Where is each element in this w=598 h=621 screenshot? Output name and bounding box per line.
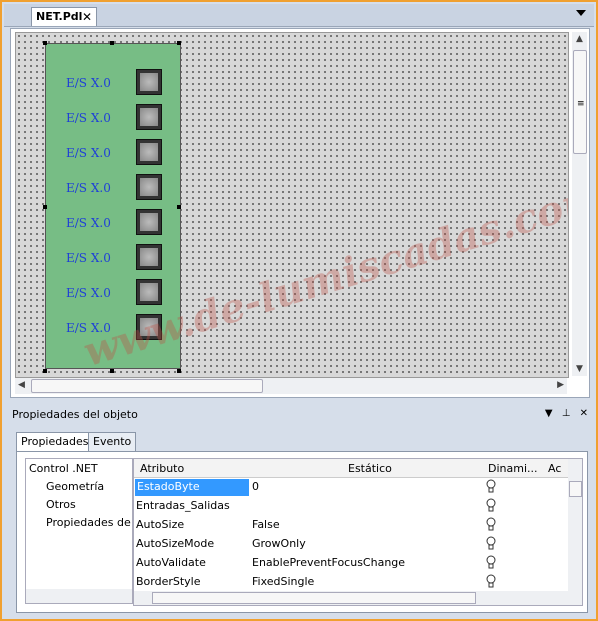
properties-body: Control .NET Geometría Otros Propiedades… xyxy=(16,451,588,613)
lightbulb-icon[interactable] xyxy=(486,479,496,493)
pane-title: Propiedades del objeto xyxy=(12,408,138,421)
document-tab-strip: NET.Pdl ✕ xyxy=(4,4,594,27)
lightbulb-icon[interactable] xyxy=(486,574,496,588)
io-row: E/S X.0 xyxy=(46,279,180,307)
pane-menu-icon[interactable]: ▼ xyxy=(545,408,553,419)
property-value[interactable]: EnablePreventFocusChange xyxy=(252,556,405,569)
lightbulb-icon[interactable] xyxy=(486,517,496,531)
column-action[interactable]: Ac xyxy=(548,462,561,475)
scroll-thumb[interactable] xyxy=(31,379,263,393)
scroll-thumb[interactable] xyxy=(569,481,582,497)
document-tab[interactable]: NET.Pdl ✕ xyxy=(31,7,97,26)
canvas-vertical-scrollbar[interactable]: ▲ ≡ ▼ xyxy=(572,32,587,376)
io-row: E/S X.0 xyxy=(46,139,180,167)
io-indicator xyxy=(136,244,162,270)
application-window: NET.Pdl ✕ E/S X.0 E/S X.0 E/S X.0 E/S X.… xyxy=(0,0,598,621)
io-indicator xyxy=(136,69,162,95)
io-indicator xyxy=(136,139,162,165)
lightbulb-icon[interactable] xyxy=(486,536,496,550)
io-indicator xyxy=(136,174,162,200)
tab-propiedades[interactable]: Propiedades xyxy=(16,432,94,452)
lightbulb-icon[interactable] xyxy=(486,555,496,569)
tree-item-geometria[interactable]: Geometría xyxy=(46,480,104,493)
property-name: Entradas_Salidas xyxy=(136,499,230,512)
property-row[interactable]: Entradas_Salidas xyxy=(134,497,568,516)
column-dynamic[interactable]: Dinami... xyxy=(488,462,538,475)
scroll-right-icon[interactable]: ▶ xyxy=(557,380,564,390)
io-row: E/S X.0 xyxy=(46,174,180,202)
property-value[interactable]: GrowOnly xyxy=(252,537,306,550)
io-indicator xyxy=(136,279,162,305)
tree-horizontal-scrollbar[interactable] xyxy=(26,589,132,603)
tab-list-dropdown-icon[interactable] xyxy=(576,10,586,16)
property-name: EstadoByte xyxy=(135,479,249,496)
property-row[interactable]: AutoSizeMode GrowOnly xyxy=(134,535,568,554)
design-canvas[interactable]: E/S X.0 E/S X.0 E/S X.0 E/S X.0 E/S X.0 xyxy=(15,32,569,378)
property-value[interactable]: False xyxy=(252,518,280,531)
property-grid: Atributo Estático Dinami... Ac EstadoByt… xyxy=(133,458,583,606)
property-row[interactable]: AutoValidate EnablePreventFocusChange xyxy=(134,554,568,573)
io-label: E/S X.0 xyxy=(66,216,111,230)
io-indicator xyxy=(136,104,162,130)
property-category-tree: Control .NET Geometría Otros Propiedades… xyxy=(25,458,133,604)
property-name: AutoSizeMode xyxy=(136,537,215,550)
scroll-thumb[interactable] xyxy=(152,592,476,604)
selection-handle[interactable] xyxy=(110,41,114,45)
selection-handle[interactable] xyxy=(43,41,47,45)
tab-evento[interactable]: Evento xyxy=(88,432,137,451)
tree-item-propiedades[interactable]: Propiedades de xyxy=(46,516,131,529)
property-name: AutoSize xyxy=(136,518,185,531)
document-tab-label: NET.Pdl xyxy=(36,10,83,23)
close-icon[interactable]: ✕ xyxy=(82,8,92,26)
pin-icon[interactable]: ⊥ xyxy=(562,408,571,419)
property-value[interactable]: 0 xyxy=(252,480,259,493)
scroll-down-icon[interactable]: ▼ xyxy=(576,364,583,374)
io-indicator xyxy=(136,209,162,235)
object-properties-pane: Propiedades del objeto ▼ ⊥ ✕ Propiedades… xyxy=(4,406,594,617)
close-icon[interactable]: ✕ xyxy=(580,408,588,419)
selection-handle[interactable] xyxy=(177,41,181,45)
grid-horizontal-scrollbar[interactable] xyxy=(134,591,568,605)
grid-header: Atributo Estático Dinami... Ac xyxy=(134,459,568,478)
io-label: E/S X.0 xyxy=(66,286,111,300)
tree-root[interactable]: Control .NET xyxy=(29,462,98,475)
io-row: E/S X.0 xyxy=(46,244,180,272)
property-row[interactable]: EstadoByte 0 xyxy=(134,478,568,497)
scroll-up-icon[interactable]: ▲ xyxy=(576,34,583,44)
io-label: E/S X.0 xyxy=(66,181,111,195)
selection-handle[interactable] xyxy=(177,205,181,209)
column-static[interactable]: Estático xyxy=(348,462,392,475)
selection-handle[interactable] xyxy=(43,205,47,209)
io-label: E/S X.0 xyxy=(66,251,111,265)
scroll-left-icon[interactable]: ◀ xyxy=(18,380,25,390)
grip-icon: ≡ xyxy=(577,99,585,109)
tree-item-otros[interactable]: Otros xyxy=(46,498,76,511)
io-row: E/S X.0 xyxy=(46,104,180,132)
property-row[interactable]: BorderStyle FixedSingle xyxy=(134,573,568,592)
column-attribute[interactable]: Atributo xyxy=(140,462,184,475)
grid-vertical-scrollbar[interactable] xyxy=(568,459,582,605)
lightbulb-icon[interactable] xyxy=(486,498,496,512)
io-row: E/S X.0 xyxy=(46,69,180,97)
selection-handle[interactable] xyxy=(43,369,47,373)
scroll-thumb[interactable]: ≡ xyxy=(573,50,587,154)
property-name: AutoValidate xyxy=(136,556,206,569)
property-name: BorderStyle xyxy=(136,575,201,588)
canvas-horizontal-scrollbar[interactable]: ◀ ▶ xyxy=(15,378,567,394)
io-row: E/S X.0 xyxy=(46,209,180,237)
io-label: E/S X.0 xyxy=(66,76,111,90)
property-value[interactable]: FixedSingle xyxy=(252,575,314,588)
design-area: E/S X.0 E/S X.0 E/S X.0 E/S X.0 E/S X.0 xyxy=(10,28,590,398)
io-label: E/S X.0 xyxy=(66,146,111,160)
pane-controls: ▼ ⊥ ✕ xyxy=(539,408,588,419)
selection-handle[interactable] xyxy=(177,369,181,373)
property-row[interactable]: AutoSize False xyxy=(134,516,568,535)
io-label: E/S X.0 xyxy=(66,111,111,125)
